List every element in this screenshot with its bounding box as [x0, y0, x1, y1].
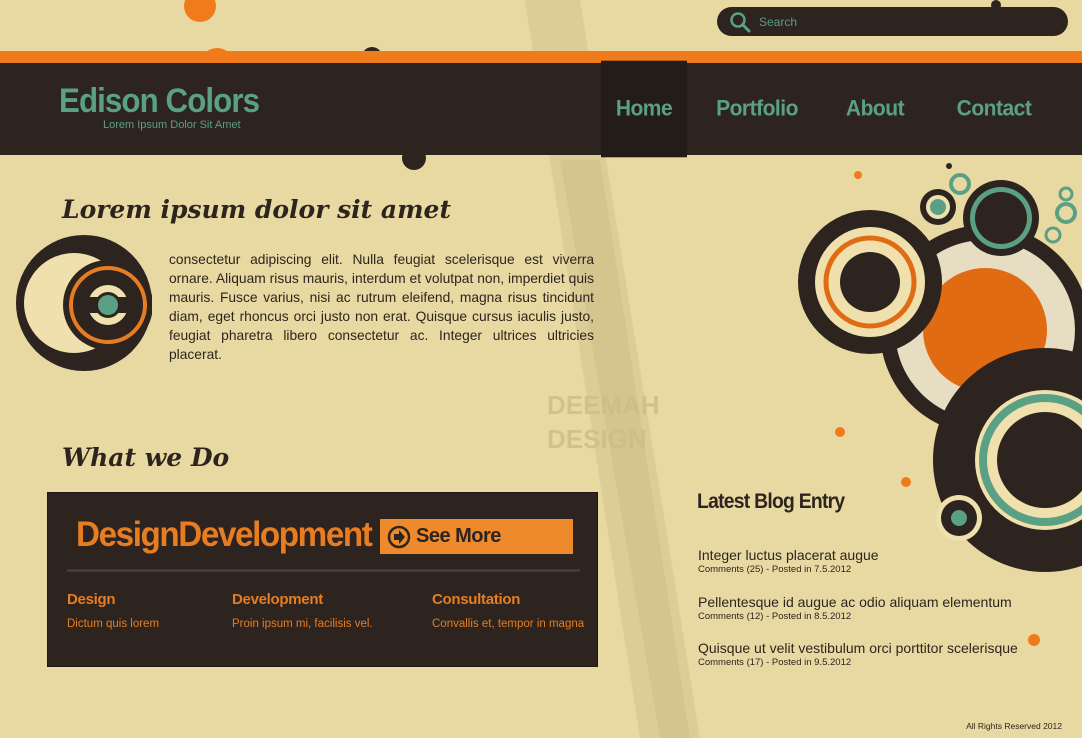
service-development[interactable]: Development Proin ipsum mi, facilisis ve…: [232, 591, 373, 630]
search-input[interactable]: [757, 13, 1051, 30]
main-nav: Home Portfolio About Contact: [601, 60, 1065, 158]
nav-about[interactable]: About: [827, 61, 923, 158]
circles-emblem-icon: [16, 235, 152, 371]
watermark-line-2: DESIGN: [547, 424, 647, 454]
footer-copyright: All Rights Reserved 2012: [966, 721, 1062, 731]
service-title: Development: [232, 591, 323, 608]
site-logo-title[interactable]: Edison Colors: [59, 82, 260, 121]
service-desc: Convallis et, tempor in magna: [432, 618, 585, 630]
see-more-label: See More: [416, 525, 501, 547]
blog-entry[interactable]: Integer luctus placerat augue Comments (…: [698, 547, 879, 575]
services-panel-title: DesignDevelopment: [76, 515, 373, 554]
see-more-button[interactable]: See More: [380, 519, 573, 554]
intro-paragraph: consectetur adipiscing elit. Nulla feugi…: [169, 252, 594, 362]
nav-portfolio[interactable]: Portfolio: [687, 61, 827, 158]
service-desc: Proin ipsum mi, facilisis vel.: [232, 618, 373, 630]
blog-entry[interactable]: Pellentesque id augue ac odio aliquam el…: [698, 594, 1012, 622]
service-design[interactable]: Design Dictum quis lorem: [67, 591, 159, 630]
blog-entry-meta: Comments (12) - Posted in 8.5.2012: [698, 611, 852, 622]
watermark: DEEMAH DESIGN: [547, 388, 660, 456]
panel-divider: [67, 569, 580, 572]
blog-entry-meta: Comments (17) - Posted in 9.5.2012: [698, 657, 852, 668]
search-bar[interactable]: [717, 7, 1068, 36]
arrow-right-icon: [387, 525, 411, 548]
watermark-line-1: DEEMAH: [547, 390, 660, 420]
blog-entry[interactable]: Quisque ut velit vestibulum orci porttit…: [698, 640, 1018, 668]
search-icon: [730, 11, 751, 32]
blog-entry-meta: Comments (25) - Posted in 7.5.2012: [698, 564, 852, 575]
blog-entry-title[interactable]: Quisque ut velit vestibulum orci porttit…: [698, 640, 1018, 656]
what-we-do-heading: What we Do: [62, 443, 230, 472]
blog-entry-title[interactable]: Integer luctus placerat augue: [698, 547, 879, 563]
intro-heading: Lorem ipsum dolor sit amet: [62, 195, 452, 224]
service-title: Design: [67, 591, 116, 608]
service-desc: Dictum quis lorem: [67, 618, 160, 630]
nav-contact[interactable]: Contact: [923, 61, 1065, 158]
services-panel: DesignDevelopment See More Design Dictum…: [47, 492, 598, 667]
service-consultation[interactable]: Consultation Convallis et, tempor in mag…: [432, 591, 584, 630]
service-title: Consultation: [432, 591, 521, 608]
nav-home[interactable]: Home: [601, 60, 687, 158]
site-logo-subtitle: Lorem Ipsum Dolor Sit Amet: [103, 119, 241, 131]
retro-circles-decoration: [798, 173, 1082, 572]
blog-entry-title[interactable]: Pellentesque id augue ac odio aliquam el…: [698, 594, 1012, 610]
blog-heading: Latest Blog Entry: [697, 490, 845, 513]
